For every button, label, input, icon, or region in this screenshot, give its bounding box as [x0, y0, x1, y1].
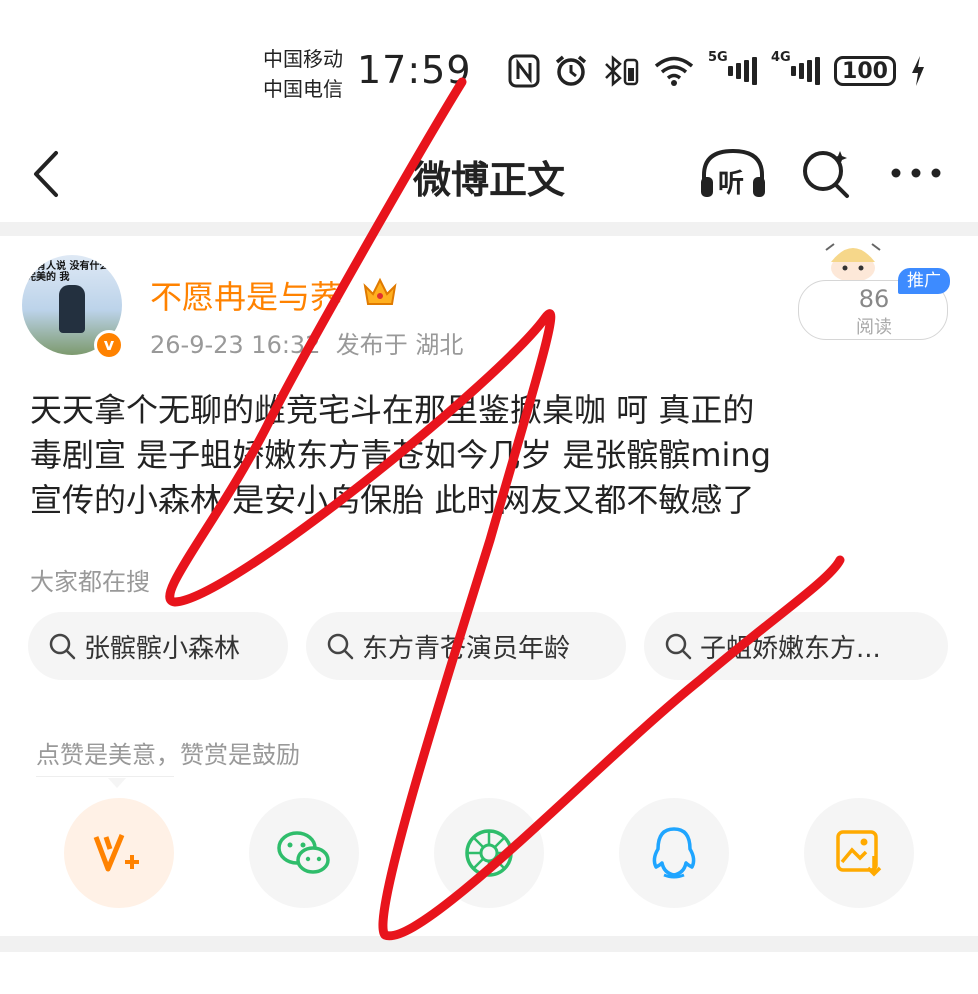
listen-label: 听 [718, 169, 745, 199]
carrier-2: 中国电信 [263, 77, 343, 101]
reward-tip: 点赞是美意，赞赏是鼓励 [36, 741, 300, 769]
wechat-icon [277, 831, 330, 874]
wifi-icon [654, 52, 694, 90]
status-bar: 中国移动 中国电信 17:59 5G 4G 100 [0, 0, 978, 110]
wechat-share-button[interactable] [249, 798, 359, 908]
trending-hint: 大家都在搜 [30, 568, 150, 596]
signal-icon-5g: 5G [708, 50, 757, 90]
trending-chips: 张髌髌小森林 东方青苍演员年龄 子蛆娇嫩东方... [28, 612, 948, 680]
search-icon [665, 633, 692, 660]
divider [0, 936, 978, 952]
qq-share-button[interactable] [619, 798, 729, 908]
status-time: 17:59 [357, 48, 472, 92]
post-meta: 26-9-23 16:32 发布于 湖北 [150, 325, 463, 360]
read-label: 阅读 [856, 317, 892, 338]
trending-chip[interactable]: 张髌髌小森林 [28, 612, 288, 680]
trending-chip-label: 张髌髌小森林 [84, 633, 241, 664]
status-icons: 5G 4G 100 [508, 50, 926, 90]
alarm-icon [554, 52, 588, 90]
avatar-figure [59, 285, 85, 333]
moments-icon [465, 829, 513, 877]
reward-icon [93, 834, 139, 872]
reward-button[interactable] [64, 798, 174, 908]
carrier-1: 中国移动 [263, 47, 343, 71]
network-label-2: 4G [771, 50, 791, 65]
network-label-1: 5G [708, 50, 728, 65]
crown-icon [362, 276, 398, 308]
promo-badge[interactable]: 推广 [898, 268, 950, 294]
save-image-icon [836, 830, 882, 877]
trending-chip[interactable]: 子蛆娇嫩东方... [644, 612, 948, 680]
trending-chip-label: 子蛆娇嫩东方... [700, 633, 881, 664]
tip-underline [36, 776, 174, 777]
charging-icon [910, 52, 926, 90]
more-button[interactable] [888, 147, 944, 199]
nav-bar: 微博正文 听 [0, 125, 978, 220]
search-icon [803, 151, 849, 198]
search-button[interactable] [800, 147, 852, 199]
moments-share-button[interactable] [434, 798, 544, 908]
carrier-info: 中国移动 中国电信 [263, 44, 343, 104]
nfc-icon [508, 52, 540, 90]
signal-icon-4g: 4G [771, 50, 820, 90]
search-icon [327, 633, 354, 660]
bluetooth-icon [602, 52, 640, 90]
battery-icon: 100 [834, 52, 896, 90]
qq-icon [652, 827, 696, 879]
verified-badge-icon: v [94, 330, 124, 360]
mascot-icon [818, 240, 888, 282]
save-image-button[interactable] [804, 798, 914, 908]
search-icon [49, 633, 76, 660]
author-name[interactable]: 不愿冉是与荞 [150, 272, 342, 318]
more-icon [891, 168, 941, 178]
trending-chip[interactable]: 东方青苍演员年龄 [306, 612, 626, 680]
divider [0, 222, 978, 236]
battery-level: 100 [834, 56, 896, 86]
listen-button[interactable]: 听 [698, 147, 768, 199]
avatar-caption: 当有人说 没有什么是完美的 我 [26, 261, 120, 283]
post-timestamp: 26-9-23 16:32 [150, 331, 321, 359]
trending-chip-label: 东方青苍演员年龄 [362, 633, 571, 664]
post-location: 发布于 湖北 [335, 331, 464, 359]
tip-arrow [108, 778, 126, 788]
post-text: 天天拿个无聊的雌竞宅斗在那里鉴掀桌咖 呵 真正的 毒剧宣 是子蛆娇嫩东方青苍如今… [30, 391, 772, 519]
